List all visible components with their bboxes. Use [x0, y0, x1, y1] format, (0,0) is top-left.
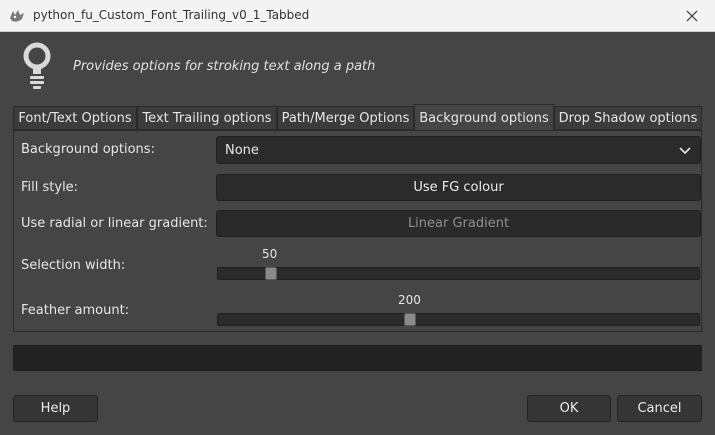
- feather-amount-label: Feather amount:: [21, 303, 130, 318]
- tab-font-text-options[interactable]: Font/Text Options: [13, 106, 137, 130]
- cancel-button[interactable]: Cancel: [617, 395, 702, 422]
- tab-text-trailing-options[interactable]: Text Trailing options: [137, 106, 277, 130]
- tab-drop-shadow-options[interactable]: Drop Shadow options: [554, 106, 702, 130]
- dialog-description: Provides options for stroking text along…: [73, 59, 376, 74]
- window-title: python_fu_Custom_Font_Trailing_v0_1_Tabb…: [33, 8, 310, 22]
- feather-amount-slider[interactable]: [217, 313, 700, 326]
- gradient-button[interactable]: Linear Gradient: [216, 210, 701, 237]
- selection-width-label: Selection width:: [21, 258, 126, 273]
- fill-style-label: Fill style:: [21, 180, 79, 195]
- gimp-wilber-icon: [10, 10, 24, 22]
- help-button[interactable]: Help: [13, 395, 98, 422]
- tab-background-options[interactable]: Background options: [414, 104, 554, 131]
- tab-path-merge-options[interactable]: Path/Merge Options: [277, 106, 414, 130]
- background-options-value: None: [225, 143, 259, 158]
- close-button[interactable]: [669, 0, 715, 32]
- lightbulb-icon: [23, 42, 51, 89]
- background-options-label: Background options:: [21, 142, 155, 157]
- dialog-header: Provides options for stroking text along…: [0, 32, 715, 102]
- title-bar: python_fu_Custom_Font_Trailing_v0_1_Tabb…: [0, 0, 715, 32]
- selection-width-slider[interactable]: [217, 267, 700, 280]
- background-options-dropdown[interactable]: None: [216, 136, 701, 164]
- chevron-down-icon: [679, 147, 691, 155]
- close-icon: [686, 10, 698, 22]
- ok-button[interactable]: OK: [527, 395, 611, 422]
- progress-bar: [13, 345, 702, 371]
- feather-amount-value: 200: [398, 293, 421, 307]
- fill-style-button[interactable]: Use FG colour: [216, 174, 701, 201]
- selection-width-value: 50: [262, 247, 278, 261]
- feather-amount-slider-handle[interactable]: [404, 313, 417, 326]
- background-options-panel: Background options: None Fill style: Use…: [13, 130, 702, 332]
- gradient-label: Use radial or linear gradient:: [21, 216, 208, 231]
- selection-width-slider-handle[interactable]: [264, 267, 277, 280]
